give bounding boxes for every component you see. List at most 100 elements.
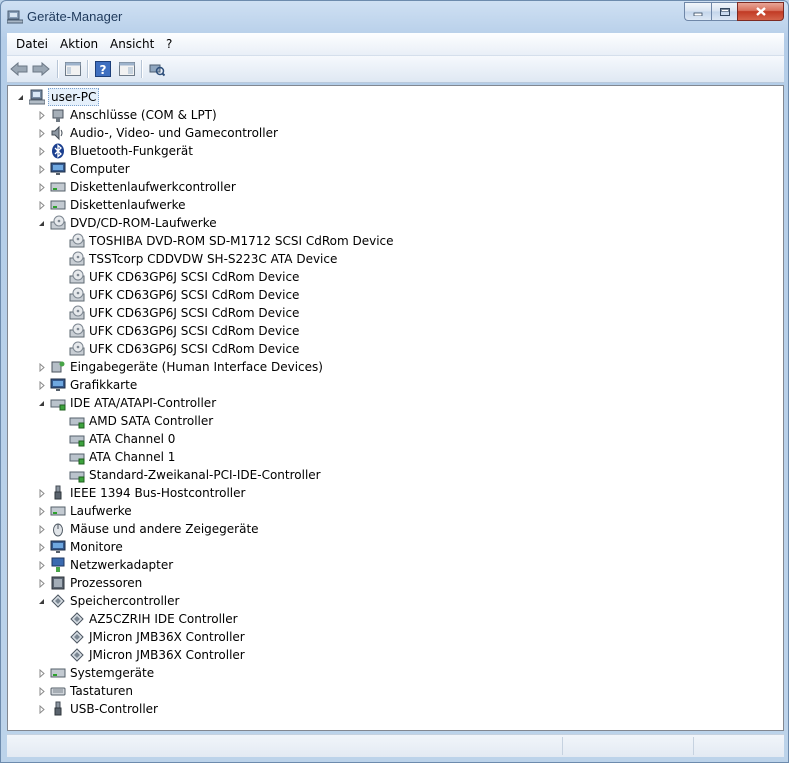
tree-category-label: IDE ATA/ATAPI-Controller: [70, 396, 217, 410]
tree-device-label: JMicron JMB36X Controller: [89, 630, 245, 644]
expand-icon[interactable]: [37, 183, 46, 192]
expand-icon[interactable]: [37, 381, 46, 390]
computer-icon: [50, 162, 66, 175]
tree-category[interactable]: IDE ATA/ATAPI-Controller: [8, 394, 768, 412]
menu-help[interactable]: ?: [166, 37, 172, 51]
tree-device-label: UFK CD63GP6J SCSI CdRom Device: [89, 324, 300, 338]
computer-icon: [29, 89, 45, 105]
tree-device[interactable]: ATA Channel 1: [8, 448, 768, 466]
tree-device[interactable]: UFK CD63GP6J SCSI CdRom Device: [8, 304, 768, 322]
back-button[interactable]: [9, 59, 29, 79]
tree-device[interactable]: UFK CD63GP6J SCSI CdRom Device: [8, 322, 768, 340]
show-hide-console-tree-button[interactable]: [117, 59, 137, 79]
tree-category[interactable]: Prozessoren: [8, 574, 768, 592]
minimize-button[interactable]: [684, 2, 711, 21]
tree-device-label: JMicron JMB36X Controller: [89, 648, 245, 662]
tree-category-label: DVD/CD-ROM-Laufwerke: [70, 216, 217, 230]
tree-device[interactable]: UFK CD63GP6J SCSI CdRom Device: [8, 340, 768, 358]
tree-category[interactable]: Speichercontroller: [8, 592, 768, 610]
tree-device[interactable]: JMicron JMB36X Controller: [8, 628, 768, 646]
collapse-icon[interactable]: [37, 597, 46, 606]
expand-icon[interactable]: [37, 507, 46, 516]
expand-icon[interactable]: [37, 147, 46, 156]
scan-hardware-button[interactable]: [147, 59, 167, 79]
expand-icon[interactable]: [37, 111, 46, 120]
tree-category[interactable]: Monitore: [8, 538, 768, 556]
tree-category[interactable]: Netzwerkadapter: [8, 556, 768, 574]
device-tree-pane[interactable]: user-PC Anschlüsse (COM & LPT) Audio-, Vi…: [7, 85, 784, 731]
expand-icon[interactable]: [37, 687, 46, 696]
tree-category[interactable]: Tastaturen: [8, 682, 768, 700]
dvd-drive-icon: [69, 287, 85, 302]
menu-bar: Datei Aktion Ansicht ?: [7, 33, 784, 56]
tree-category[interactable]: Diskettenlaufwerke: [8, 196, 768, 214]
collapse-icon[interactable]: [37, 399, 46, 408]
menu-datei[interactable]: Datei: [16, 37, 48, 51]
menu-ansicht[interactable]: Ansicht: [110, 37, 154, 51]
tree-device[interactable]: ATA Channel 0: [8, 430, 768, 448]
tree-device[interactable]: Standard-Zweikanal-PCI-IDE-Controller: [8, 466, 768, 484]
ide-controller-icon: [50, 399, 66, 411]
tree-category[interactable]: Anschlüsse (COM & LPT): [8, 106, 768, 124]
collapse-icon[interactable]: [16, 93, 25, 102]
tree-category[interactable]: Bluetooth-Funkgerät: [8, 142, 768, 160]
tree-category[interactable]: Diskettenlaufwerkcontroller: [8, 178, 768, 196]
expand-icon[interactable]: [37, 705, 46, 714]
tree-device-label: ATA Channel 1: [89, 450, 176, 464]
tree-device[interactable]: AZ5CZRIH IDE Controller: [8, 610, 768, 628]
help-button[interactable]: ?: [93, 59, 113, 79]
tree-category[interactable]: Systemgeräte: [8, 664, 768, 682]
minimize-icon: [693, 12, 703, 16]
tree-category[interactable]: Grafikkarte: [8, 376, 768, 394]
menu-aktion[interactable]: Aktion: [60, 37, 98, 51]
disk-drive-icon: [50, 506, 66, 516]
tree-category[interactable]: DVD/CD-ROM-Laufwerke: [8, 214, 768, 232]
tree-device-label: TSSTcorp CDDVDW SH-S223C ATA Device: [89, 252, 338, 266]
expand-icon[interactable]: [37, 201, 46, 210]
expand-icon[interactable]: [37, 561, 46, 570]
expand-icon[interactable]: [37, 543, 46, 552]
hid-icon: [51, 361, 65, 373]
tree-category-label: USB-Controller: [70, 702, 158, 716]
tree-category[interactable]: Laufwerke: [8, 502, 768, 520]
tree-device[interactable]: AMD SATA Controller: [8, 412, 768, 430]
tree-device-label: AZ5CZRIH IDE Controller: [89, 612, 238, 626]
expand-icon[interactable]: [37, 165, 46, 174]
scan-hardware-icon: [149, 64, 165, 77]
maximize-button[interactable]: [711, 2, 737, 21]
properties-pane-button[interactable]: [63, 59, 83, 79]
tree-device[interactable]: UFK CD63GP6J SCSI CdRom Device: [8, 286, 768, 304]
tree-device[interactable]: UFK CD63GP6J SCSI CdRom Device: [8, 268, 768, 286]
floppy-drive-icon: [50, 200, 66, 210]
speaker-icon: [51, 125, 63, 141]
device-manager-window: Geräte-Manager Datei Aktion Ansicht ? ? …: [0, 0, 789, 763]
tree-category[interactable]: IEEE 1394 Bus-Hostcontroller: [8, 484, 768, 502]
tree-device[interactable]: TSSTcorp CDDVDW SH-S223C ATA Device: [8, 250, 768, 268]
tree-category[interactable]: Mäuse und andere Zeigegeräte: [8, 520, 768, 538]
forward-button[interactable]: [31, 59, 51, 79]
storage-controller-icon: [70, 648, 84, 662]
expand-icon[interactable]: [37, 579, 46, 588]
collapse-icon[interactable]: [37, 219, 46, 228]
tree-device[interactable]: JMicron JMB36X Controller: [8, 646, 768, 664]
tree-root-label[interactable]: user-PC: [48, 88, 100, 106]
expand-icon[interactable]: [37, 525, 46, 534]
expand-icon[interactable]: [37, 363, 46, 372]
expand-icon[interactable]: [37, 489, 46, 498]
tree-category-label: Computer: [70, 162, 130, 176]
toolbar-separator: [87, 60, 89, 78]
usb-icon: [54, 701, 62, 716]
ide-controller-icon: [69, 471, 85, 483]
tree-category[interactable]: Audio-, Video- und Gamecontroller: [8, 124, 768, 142]
title-bar[interactable]: Geräte-Manager: [1, 1, 788, 31]
close-button[interactable]: [737, 2, 784, 21]
ide-controller-icon: [69, 435, 85, 447]
tree-category[interactable]: Eingabegeräte (Human Interface Devices): [8, 358, 768, 376]
expand-icon[interactable]: [37, 129, 46, 138]
tree-category[interactable]: USB-Controller: [8, 700, 768, 718]
expand-icon[interactable]: [37, 669, 46, 678]
tree-category[interactable]: Computer: [8, 160, 768, 178]
tree-device[interactable]: TOSHIBA DVD-ROM SD-M1712 SCSI CdRom Devi…: [8, 232, 768, 250]
system-device-icon: [50, 668, 66, 678]
status-cell: [693, 737, 784, 755]
